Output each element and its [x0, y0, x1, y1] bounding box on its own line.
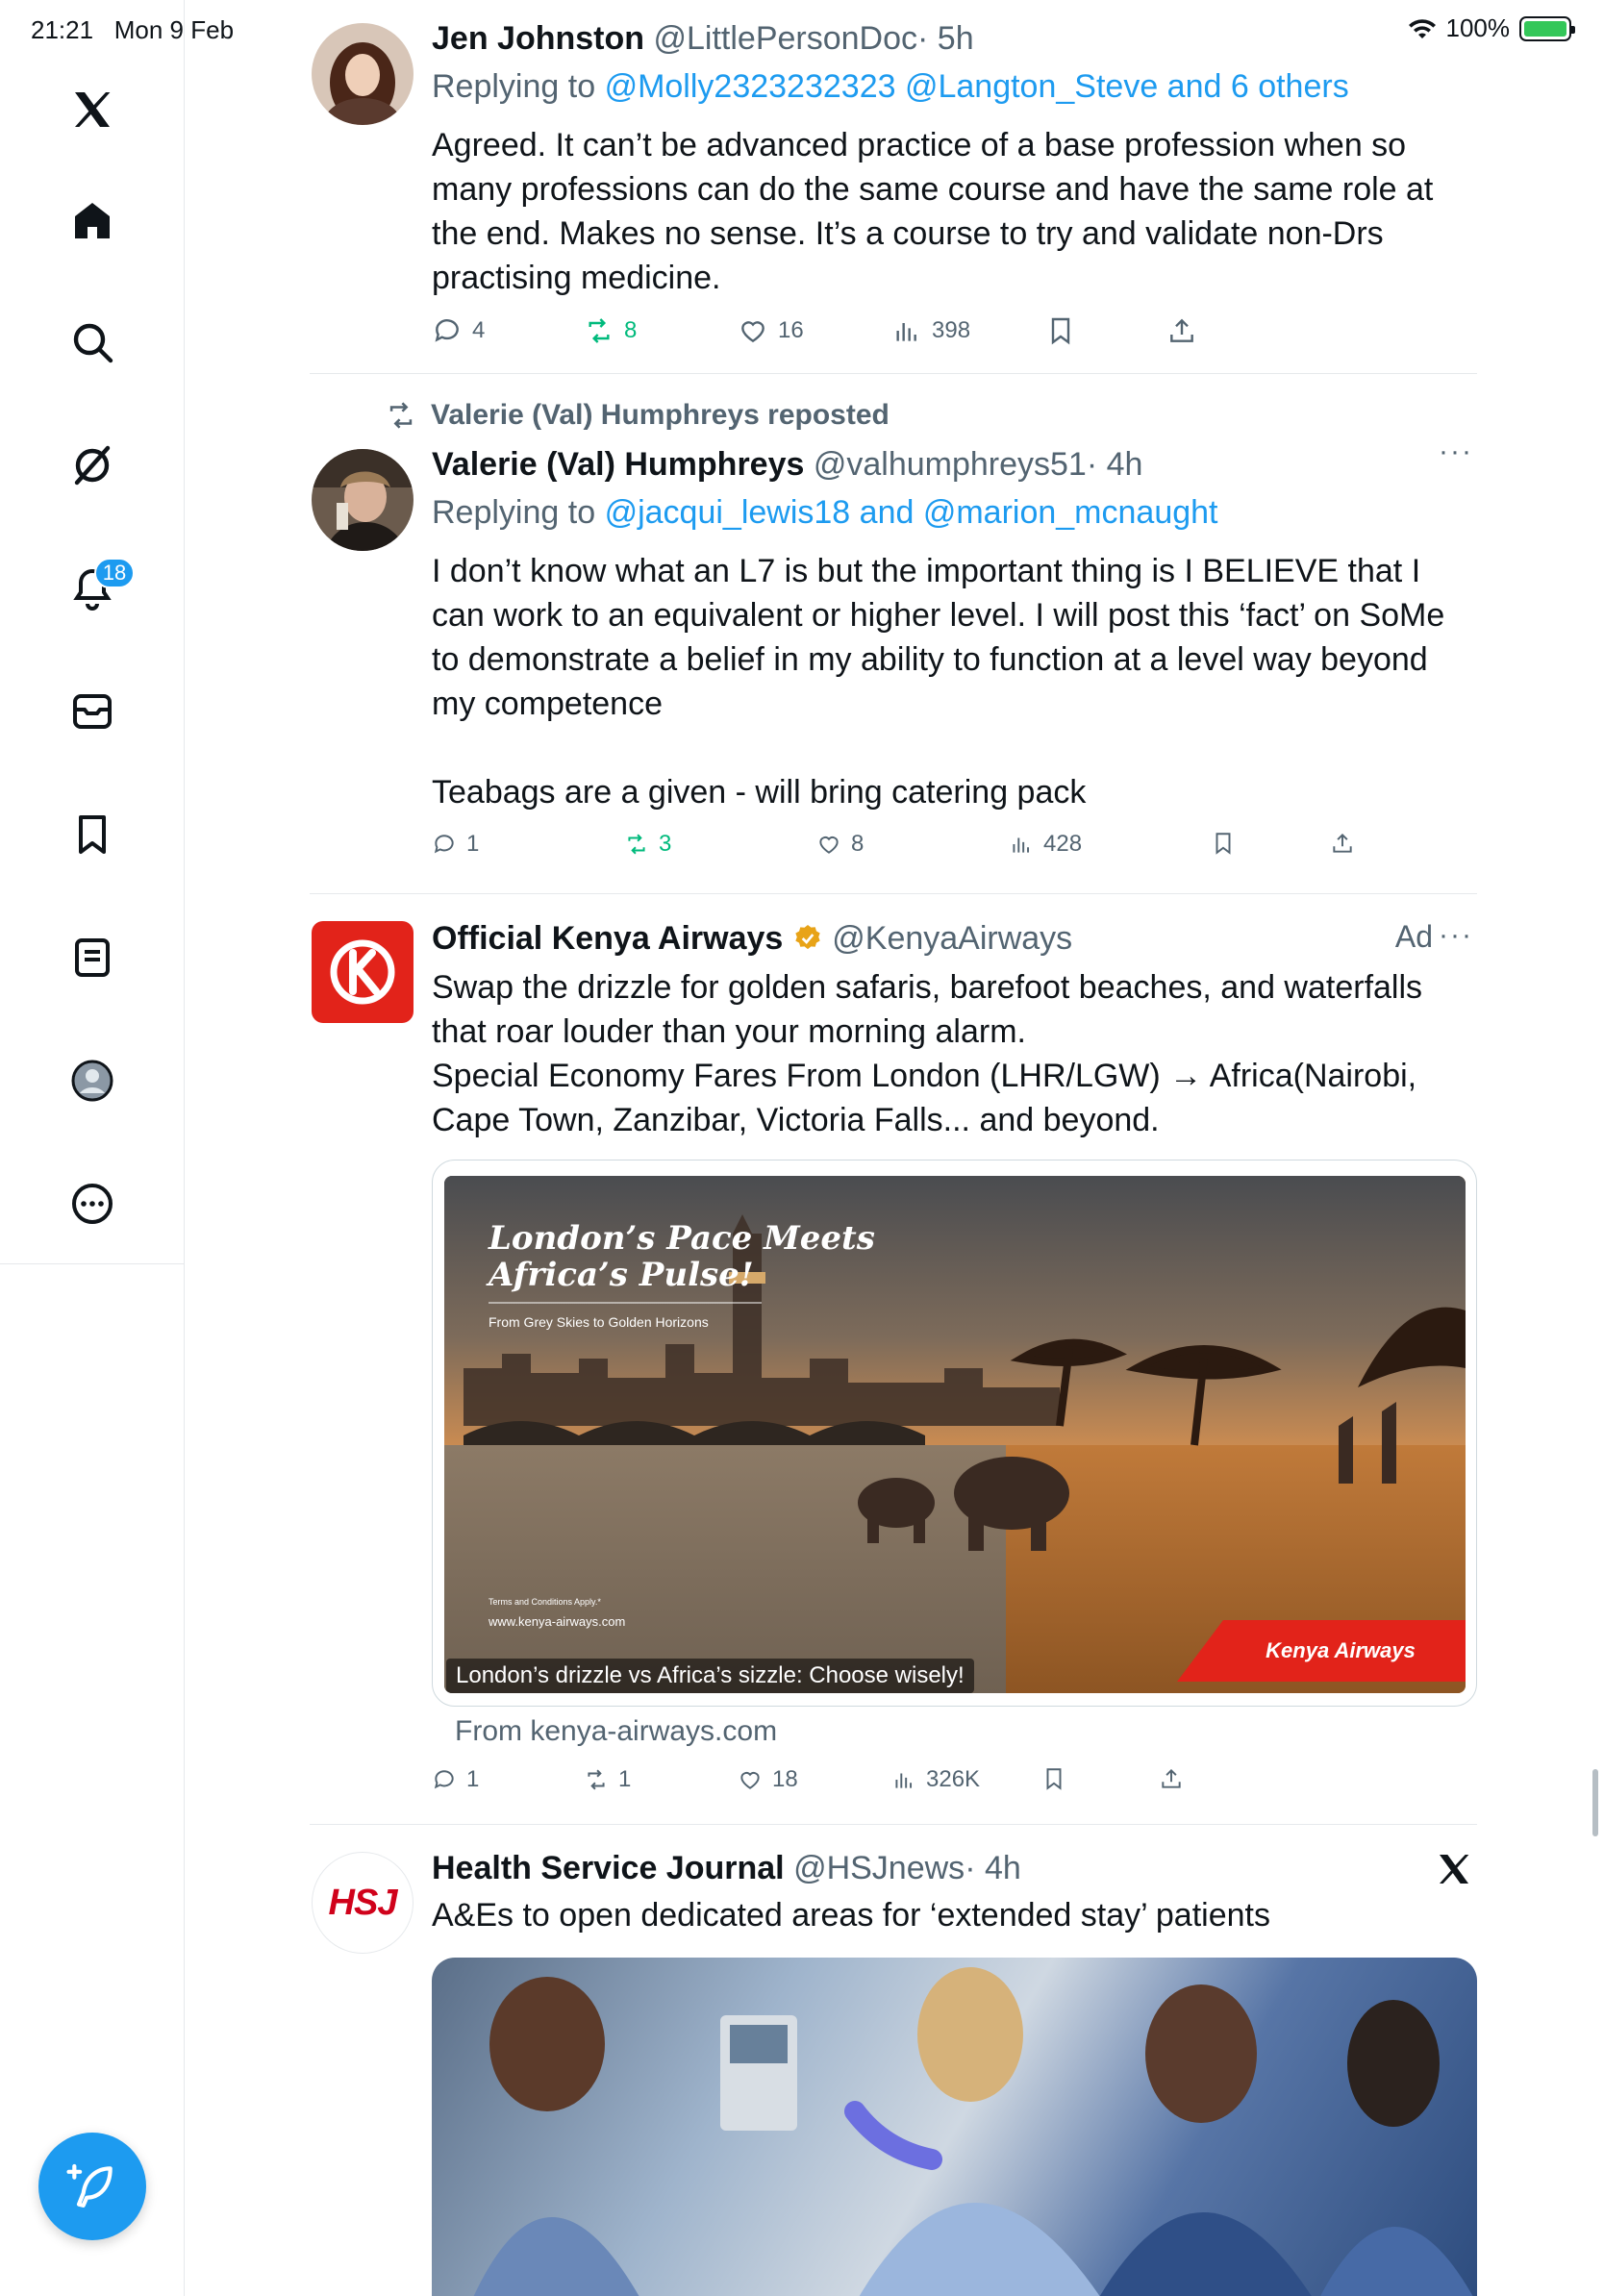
author-handle[interactable]: @HSJnews: [793, 1850, 965, 1886]
scrollbar-thumb[interactable]: [1592, 1769, 1598, 1836]
profile-icon[interactable]: [63, 1052, 121, 1110]
home-icon[interactable]: [63, 192, 121, 250]
tweet-time: · 4h: [965, 1850, 1021, 1886]
lists-icon[interactable]: [63, 929, 121, 986]
tweet-text: A&Es to open dedicated areas for ‘extend…: [432, 1897, 1270, 1934]
search-icon[interactable]: [63, 313, 121, 371]
tweet[interactable]: HSJ Health Service Journal @HSJnews· 4h …: [310, 0, 1477, 2296]
tweet-header: Health Service Journal @HSJnews· 4h: [432, 1849, 1477, 1887]
tweet-image[interactable]: [432, 1958, 1477, 2296]
sidebar-divider: [0, 1263, 185, 1264]
author-name[interactable]: Health Service Journal: [432, 1850, 785, 1886]
messages-icon[interactable]: [63, 683, 121, 740]
battery-icon: [1519, 15, 1575, 41]
hsj-logo-icon[interactable]: HSJ: [312, 1852, 414, 1954]
compose-icon: [66, 2163, 113, 2208]
notifications-badge: 18: [94, 558, 135, 588]
hospital-photo-illustration: [473, 1967, 1473, 2296]
compose-button[interactable]: [38, 2133, 146, 2240]
more-icon[interactable]: [63, 1175, 121, 1233]
bookmarks-icon[interactable]: [63, 806, 121, 863]
x-logo-icon[interactable]: [63, 81, 121, 138]
grok-icon[interactable]: [63, 437, 121, 494]
sidebar: 18: [0, 0, 185, 2296]
